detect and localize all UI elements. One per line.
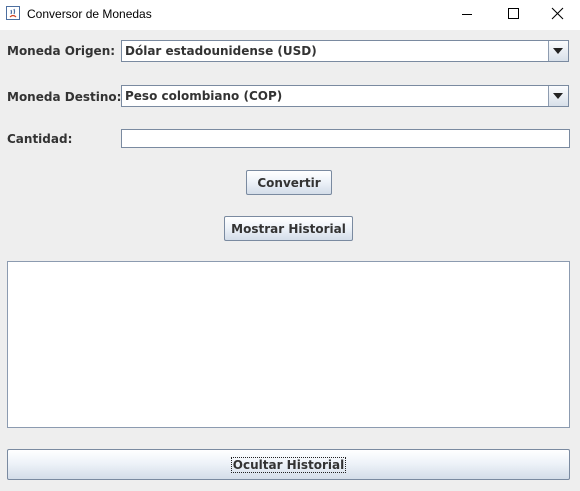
window-title: Conversor de Monedas [27,7,152,21]
dropdown-arrow-button[interactable] [548,86,568,106]
chevron-down-icon [553,48,563,54]
target-currency-value: Peso colombiano (COP) [125,89,283,103]
target-currency-select[interactable]: Peso colombiano (COP) [121,85,569,107]
maximize-icon [508,8,519,19]
source-currency-select[interactable]: Dólar estadounidense (USD) [121,40,569,62]
minimize-icon [462,14,472,15]
convert-button-label: Convertir [257,175,321,190]
chevron-down-icon [553,93,563,99]
hide-history-button-label: Ocultar Historial [230,456,347,473]
java-app-icon [6,6,20,20]
convert-button[interactable]: Convertir [246,170,332,195]
minimize-button[interactable] [444,0,490,30]
hide-history-button[interactable]: Ocultar Historial [7,449,570,480]
amount-input[interactable] [121,129,570,148]
amount-label: Cantidad: [7,132,73,146]
close-button[interactable] [534,0,580,30]
dropdown-arrow-button[interactable] [548,41,568,61]
source-currency-value: Dólar estadounidense (USD) [125,44,317,58]
maximize-button[interactable] [490,0,536,30]
close-icon [551,7,564,20]
history-text-area[interactable] [7,261,570,428]
show-history-button-label: Mostrar Historial [231,221,346,236]
title-bar: Conversor de Monedas [0,0,580,30]
target-currency-label: Moneda Destino: [7,90,122,104]
show-history-button[interactable]: Mostrar Historial [224,216,353,241]
source-currency-label: Moneda Origen: [7,44,116,58]
